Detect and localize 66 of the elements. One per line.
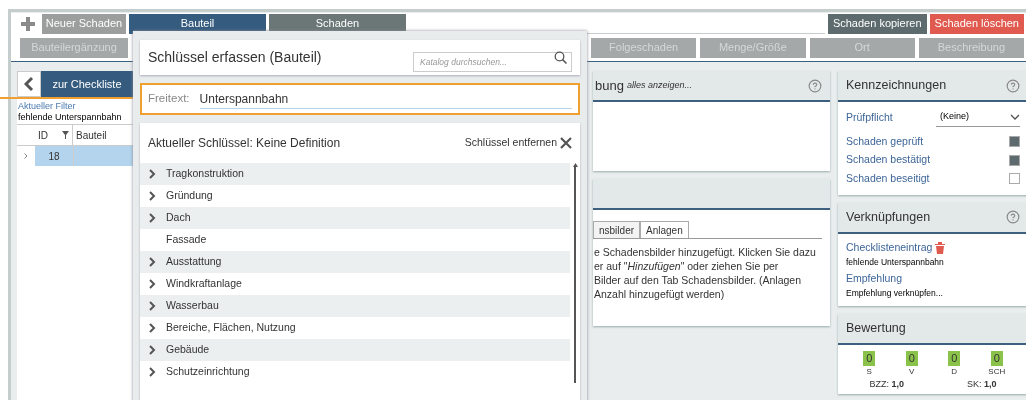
total-value: SK: 1,0 — [966, 377, 997, 391]
catalog-item[interactable]: Ausstattung — [140, 251, 570, 273]
dialog-title: Schlüssel erfassen (Bauteil) — [148, 48, 322, 67]
chevron-right-icon[interactable] — [24, 153, 28, 159]
filter-value: fehlende Unterspannbahn — [17, 112, 123, 123]
panel-tab[interactable]: Anlagen — [640, 221, 689, 238]
info-message: e Schadensbilder hinzugefügt. Klicken Sie dazu er auf "Hinzufügen" oder ziehen Sie per Bilder auf den Tab Schadensbilder. (Anlagen Anzahl hinzugefügt werden) — [593, 245, 817, 301]
toolbar-tab[interactable]: Schaden — [269, 13, 406, 34]
back-button[interactable] — [17, 71, 41, 97]
help-icon[interactable] — [1006, 210, 1020, 225]
checkbox[interactable] — [1009, 135, 1020, 147]
current-key-label: Aktueller Schlüssel: Keine Definition — [148, 135, 341, 152]
search-icon[interactable] — [554, 50, 567, 64]
show-all-link[interactable]: alles anzeigen... — [626, 78, 692, 93]
checkbox[interactable] — [1009, 173, 1020, 185]
filter-label: Aktueller Filter — [17, 101, 77, 112]
search-field[interactable]: Katalog durchsuchen... — [413, 51, 572, 72]
checkbox-label: Schaden geprüft — [846, 133, 924, 149]
score-label: V — [909, 365, 915, 378]
catalog-item[interactable]: Gebäude — [140, 339, 570, 361]
card-title: Kennzeichnungen — [846, 77, 947, 95]
link-value: Empfehlung verknüpfen... — [846, 287, 944, 300]
link[interactable]: Empfehlung — [846, 271, 903, 287]
checklist-button[interactable]: zur Checkliste — [41, 71, 133, 97]
dropdown[interactable]: (Keine) — [936, 110, 1020, 127]
score-value: 0 — [863, 350, 876, 366]
freitext-box[interactable]: Freitext: Unterspannbahn — [140, 83, 580, 115]
score-label: D — [951, 365, 958, 378]
column-header[interactable]: Bauteil — [73, 125, 110, 145]
card-title: Verknüpfungen — [846, 208, 931, 226]
score-value: 0 — [948, 350, 961, 366]
score-label: S — [866, 365, 872, 378]
freitext-label: Freitext: — [148, 91, 190, 107]
toolbar-tab[interactable]: Bauteil — [129, 13, 266, 34]
catalog-item[interactable]: Wasserbau — [140, 295, 570, 317]
trash-icon[interactable] — [935, 241, 946, 254]
checkbox-label: Schaden bestätigt — [846, 152, 931, 168]
panel-title: bung — [595, 76, 624, 95]
total-value: BZZ: 1,0 — [869, 377, 904, 391]
table-row[interactable]: 18 — [17, 146, 133, 166]
help-icon[interactable] — [808, 78, 822, 93]
card-title: Bewertung — [846, 319, 906, 337]
chevron-left-icon — [24, 76, 34, 92]
help-icon[interactable] — [1006, 78, 1020, 93]
filter-icon[interactable] — [62, 131, 69, 139]
checkbox-label: Schaden beseitigt — [846, 171, 930, 186]
freitext-field[interactable]: Unterspannbahn — [199, 89, 572, 109]
close-icon — [560, 137, 572, 149]
copy-damage-button[interactable]: Schaden kopieren — [827, 13, 927, 34]
scrollbar[interactable] — [570, 163, 580, 383]
panel-tab[interactable]: nsbilder — [593, 221, 641, 238]
catalog-item[interactable]: Dach — [140, 207, 570, 229]
table-cell: 18 — [35, 146, 73, 166]
checkbox[interactable] — [1009, 154, 1020, 166]
field-label: Prüfpflicht — [846, 110, 893, 126]
link[interactable]: Checklisteneintrag — [846, 239, 933, 256]
delete-damage-button[interactable]: Schaden löschen — [929, 13, 1024, 34]
remove-key-button[interactable]: Schlüssel entfernen — [464, 135, 572, 151]
score-value: 0 — [905, 350, 918, 366]
column-header[interactable]: ID — [35, 125, 73, 145]
caret-icon — [1010, 113, 1020, 120]
link-value: fehlende Unterspannbahn — [846, 255, 945, 269]
score-value: 0 — [990, 350, 1003, 366]
score-label: SCH — [988, 365, 1006, 378]
scroll-up-icon[interactable] — [572, 163, 578, 167]
catalog-item[interactable]: Tragkonstruktion — [140, 163, 570, 185]
